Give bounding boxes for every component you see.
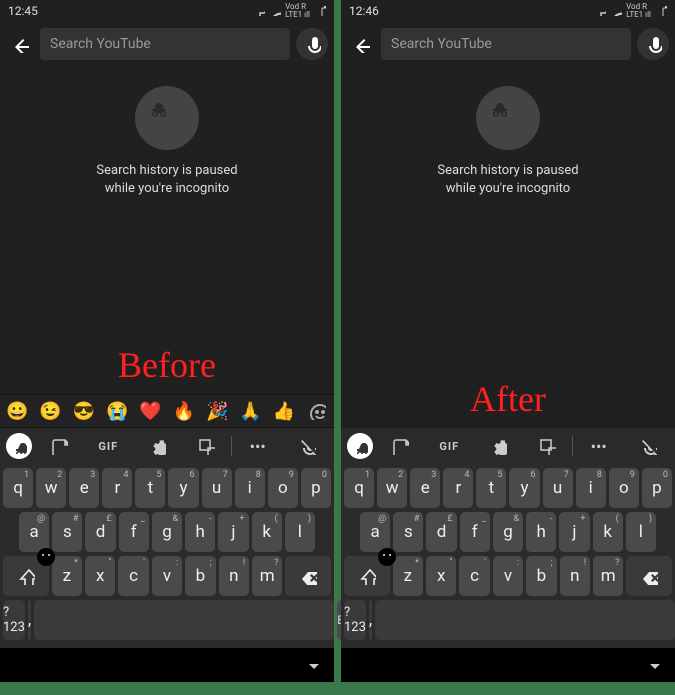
gif-button[interactable]: GIF (426, 440, 473, 453)
more-icon[interactable]: ••• (575, 437, 622, 456)
status-bar: 12:45 Vod RLTE1 ıll (0, 0, 334, 22)
back-button[interactable] (347, 30, 375, 58)
emoji-suggestion[interactable]: 🎉 (206, 401, 228, 422)
carrier-label: Vod RLTE1 ıll (285, 3, 310, 19)
key-t[interactable]: t5 (476, 468, 506, 508)
keyboard-toolbar: GIF ••• (0, 428, 334, 464)
key-y[interactable]: y6 (168, 468, 198, 508)
emoji-suggestion[interactable]: 👍 (273, 401, 295, 422)
emoji-suggestion[interactable]: ❤️ (139, 401, 161, 422)
emoji-suggestion[interactable]: 😀 (6, 401, 28, 422)
comparison-container: 12:45 Vod RLTE1 ıll Search YouTube Searc… (0, 0, 675, 682)
settings-icon[interactable] (134, 437, 181, 455)
translate-icon[interactable] (523, 437, 570, 455)
keyboard: q1w2e3r4t5y6u7i8o9p0a@s#d£f_g&h-j+k(l)z*… (0, 464, 334, 648)
key-r[interactable]: r4 (443, 468, 473, 508)
key-p[interactable]: p0 (301, 468, 331, 508)
translate-icon[interactable] (182, 437, 229, 455)
search-input[interactable]: Search YouTube (381, 28, 631, 60)
content-area: Search history is pausedwhile you're inc… (341, 66, 675, 428)
emoji-suggestion[interactable]: 😭 (106, 401, 128, 422)
search-row: Search YouTube (341, 22, 675, 66)
key-w[interactable]: w2 (36, 468, 66, 508)
wifi-icon (610, 4, 622, 19)
phone-before: 12:45 Vod RLTE1 ıll Search YouTube Searc… (0, 0, 334, 682)
search-input[interactable]: Search YouTube (40, 28, 290, 60)
wifi-icon (269, 4, 281, 19)
sticker-icon[interactable] (36, 437, 83, 455)
key-p[interactable]: p0 (642, 468, 672, 508)
emoji-suggestion-row: 😀 😉 😎 😭 ❤️ 🔥 🎉 🙏 👍 (0, 394, 334, 428)
key-o[interactable]: o9 (609, 468, 639, 508)
key-i[interactable]: i8 (576, 468, 606, 508)
keyboard-switch-icon[interactable] (355, 654, 373, 676)
comma-key[interactable]: , (369, 600, 372, 640)
status-icons: Vod RLTE1 ıll (594, 3, 667, 19)
symbols-key[interactable]: ?123 (344, 600, 366, 640)
back-button[interactable] (6, 30, 34, 58)
key-q[interactable]: q1 (344, 468, 374, 508)
keyboard-switch-icon[interactable] (14, 654, 32, 676)
status-bar: 12:46 Vod RLTE1 ıll (341, 0, 675, 22)
battery-icon (655, 4, 667, 19)
symbols-key[interactable]: ?123 (3, 600, 25, 640)
emoji-suggestion[interactable]: 🙏 (239, 401, 261, 422)
mute-icon (253, 4, 265, 19)
mic-off-icon[interactable] (283, 437, 330, 455)
key-y[interactable]: y6 (509, 468, 539, 508)
key-q[interactable]: q1 (3, 468, 33, 508)
key-e[interactable]: e3 (69, 468, 99, 508)
emoji-suggestion[interactable]: 😉 (39, 401, 61, 422)
battery-icon (314, 4, 326, 19)
search-row: Search YouTube (0, 22, 334, 66)
key-o[interactable]: o9 (268, 468, 298, 508)
toolbar-separator (572, 436, 573, 456)
mic-off-icon[interactable] (624, 437, 671, 455)
status-time: 12:45 (8, 4, 38, 18)
status-icons: Vod RLTE1 ıll (253, 3, 326, 19)
phone-after: 12:46 Vod RLTE1 ıll Search YouTube Searc… (341, 0, 675, 682)
incognito-chip[interactable] (345, 433, 375, 459)
incognito-icon (476, 86, 540, 150)
settings-icon[interactable] (475, 437, 522, 455)
keyboard-toolbar: GIF ••• (341, 428, 675, 464)
incognito-message: Search history is pausedwhile you're inc… (96, 162, 237, 197)
content-area: Search history is pausedwhile you're inc… (0, 66, 334, 394)
voice-search-button[interactable] (637, 28, 669, 60)
incognito-message: Search history is pausedwhile you're inc… (437, 162, 578, 197)
emoji-suggestion[interactable]: 🔥 (173, 401, 195, 422)
emoji-picker-icon[interactable] (306, 400, 328, 422)
emoji-suggestion[interactable]: 😎 (73, 401, 95, 422)
sticker-icon[interactable] (377, 437, 424, 455)
mute-icon (594, 4, 606, 19)
emoji-key[interactable] (375, 600, 675, 640)
toolbar-separator (231, 436, 232, 456)
voice-search-button[interactable] (296, 28, 328, 60)
key-e[interactable]: e3 (410, 468, 440, 508)
more-icon[interactable]: ••• (234, 437, 281, 456)
overlay-label: Before (0, 344, 334, 386)
emoji-key[interactable] (34, 600, 334, 640)
comma-key[interactable]: , (28, 600, 31, 640)
key-i[interactable]: i8 (235, 468, 265, 508)
gif-button[interactable]: GIF (85, 440, 132, 453)
overlay-label: After (341, 378, 675, 420)
status-time: 12:46 (349, 4, 379, 18)
key-t[interactable]: t5 (135, 468, 165, 508)
key-r[interactable]: r4 (102, 468, 132, 508)
carrier-label: Vod RLTE1 ıll (626, 3, 651, 19)
incognito-chip[interactable] (4, 433, 34, 459)
incognito-icon (135, 86, 199, 150)
key-u[interactable]: u7 (543, 468, 573, 508)
key-u[interactable]: u7 (202, 468, 232, 508)
keyboard: q1w2e3r4t5y6u7i8o9p0a@s#d£f_g&h-j+k(l)z*… (341, 464, 675, 648)
key-w[interactable]: w2 (377, 468, 407, 508)
